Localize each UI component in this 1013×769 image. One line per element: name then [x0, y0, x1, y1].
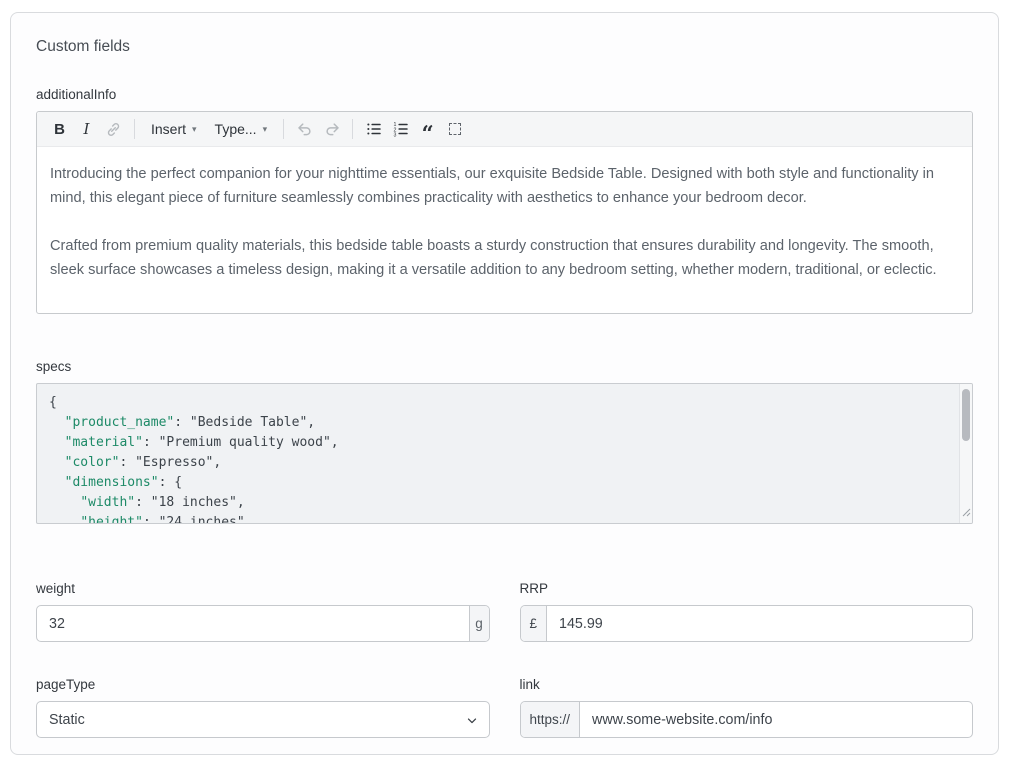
toolbar-divider	[283, 119, 284, 139]
anchor-button[interactable]	[441, 116, 468, 142]
blockquote-icon: “	[422, 120, 434, 139]
page-type-select-wrap: Static	[36, 701, 490, 738]
insert-dropdown-label: Insert	[151, 121, 186, 137]
italic-button[interactable]: I	[73, 116, 100, 142]
page-type-field-group: pageType Static	[36, 677, 490, 738]
weight-label: weight	[36, 581, 490, 596]
rrp-field-group: RRP £	[520, 581, 974, 642]
numbered-list-button[interactable]: 1 2 3	[387, 116, 414, 142]
editor-toolbar: B I Insert ▾ Type...	[37, 112, 972, 147]
page-type-label: pageType	[36, 677, 490, 692]
link-input[interactable]	[580, 702, 972, 737]
weight-input-group: g	[36, 605, 490, 642]
link-input-group: https://	[520, 701, 974, 738]
chevron-down-icon: ▾	[192, 125, 197, 134]
bold-button[interactable]: B	[46, 116, 73, 142]
editor-content[interactable]: Introducing the perfect companion for yo…	[37, 147, 972, 313]
page-type-select[interactable]: Static	[36, 701, 490, 738]
specs-code: { "product_name": "Bedside Table", "mate…	[37, 384, 972, 524]
bullet-list-icon	[365, 120, 383, 138]
undo-icon	[296, 120, 314, 138]
bullet-list-button[interactable]	[360, 116, 387, 142]
editor-paragraph: Introducing the perfect companion for yo…	[50, 162, 959, 210]
svg-text:3: 3	[393, 133, 396, 139]
rrp-input[interactable]	[547, 606, 972, 641]
scrollbar-thumb[interactable]	[962, 389, 970, 441]
redo-icon	[323, 120, 341, 138]
type-dropdown-label: Type...	[215, 121, 257, 137]
redo-button[interactable]	[318, 116, 345, 142]
type-dropdown[interactable]: Type... ▾	[206, 116, 277, 142]
rrp-input-group: £	[520, 605, 974, 642]
custom-fields-card: Custom fields additionalInfo B I	[10, 12, 999, 755]
weight-input[interactable]	[37, 606, 469, 641]
toolbar-divider	[352, 119, 353, 139]
weight-field-group: weight g	[36, 581, 490, 642]
bold-icon: B	[54, 121, 65, 138]
dashed-box-icon	[449, 123, 461, 135]
link-label: link	[520, 677, 974, 692]
resize-grip[interactable]	[961, 504, 971, 522]
link-icon	[105, 121, 122, 138]
toolbar-divider	[134, 119, 135, 139]
page-title: Custom fields	[36, 38, 973, 56]
undo-button[interactable]	[291, 116, 318, 142]
currency-addon: £	[521, 606, 548, 641]
rich-text-editor: B I Insert ▾ Type...	[36, 111, 973, 314]
rrp-label: RRP	[520, 581, 974, 596]
numbered-list-icon: 1 2 3	[392, 120, 410, 138]
italic-icon: I	[84, 120, 90, 138]
additional-info-label: additionalInfo	[36, 87, 973, 102]
editor-paragraph: Crafted from premium quality materials, …	[50, 234, 959, 282]
link-field-group: link https://	[520, 677, 974, 738]
specs-label: specs	[36, 359, 973, 374]
specs-code-editor[interactable]: { "product_name": "Bedside Table", "mate…	[36, 383, 973, 524]
blockquote-button[interactable]: “	[414, 116, 441, 142]
fields-grid: weight g RRP £ pageType Static	[36, 581, 973, 738]
link-button[interactable]	[100, 116, 127, 142]
protocol-addon: https://	[521, 702, 581, 737]
weight-unit-addon: g	[469, 606, 489, 641]
chevron-down-icon: ▾	[263, 125, 268, 134]
insert-dropdown[interactable]: Insert ▾	[142, 116, 206, 142]
